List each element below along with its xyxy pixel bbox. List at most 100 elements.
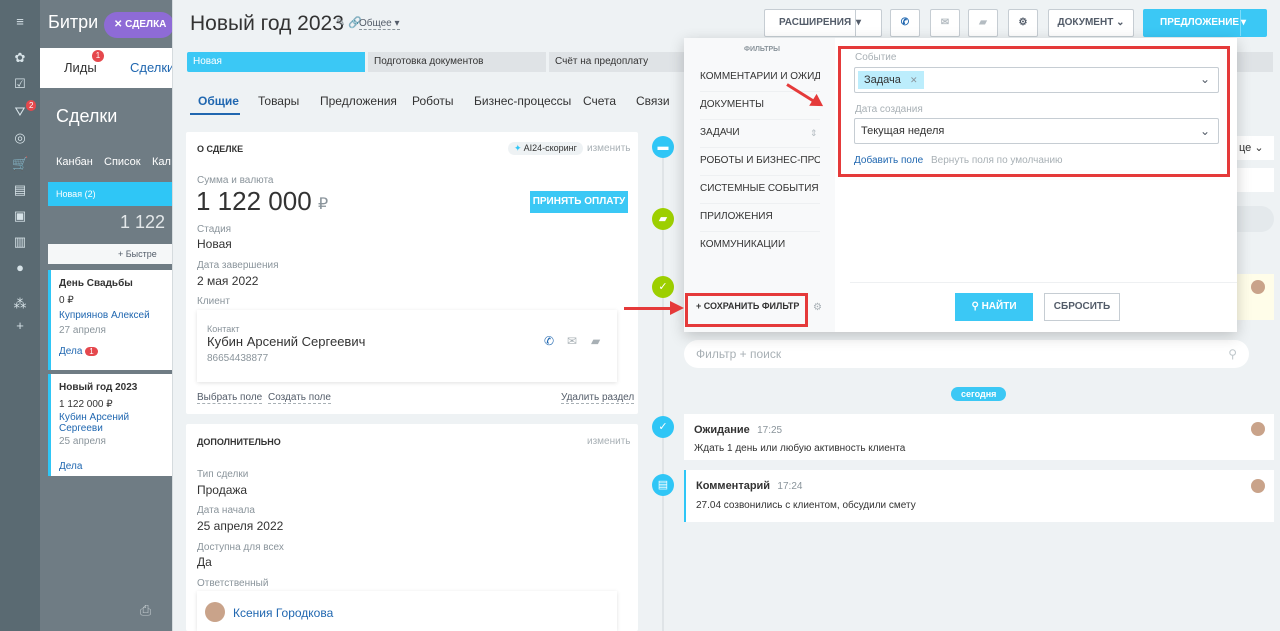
accept-payment-button[interactable]: ПРИНЯТЬ ОПЛАТУ: [530, 191, 628, 213]
bot-icon[interactable]: ▣: [12, 208, 28, 224]
tab-products[interactable]: Товары: [258, 94, 299, 108]
settings-button[interactable]: ⚙: [1008, 9, 1038, 37]
tab-offers[interactable]: Предложения: [320, 94, 397, 108]
close-date-label: Дата завершения: [197, 260, 279, 271]
stage-value: Новая: [197, 237, 232, 251]
search-icon: ⚲: [971, 301, 982, 312]
gear-icon[interactable]: ⚙: [813, 302, 822, 313]
extra-edit-link[interactable]: изменить: [587, 436, 631, 447]
avatar: [205, 602, 225, 622]
sitemap-icon[interactable]: ⁂: [12, 296, 28, 312]
leads-badge: 1: [92, 50, 104, 62]
ai-icon: ✦: [514, 143, 522, 153]
timeline-item[interactable]: Ожидание 17:25 Ждать 1 день или любую ак…: [684, 414, 1274, 460]
contact-label: Контакт: [207, 324, 240, 334]
mail-icon: ✉: [940, 17, 950, 28]
tab-links[interactable]: Связи: [636, 94, 670, 108]
document-button[interactable]: ДОКУМЕНТ ⌄: [1048, 9, 1134, 37]
mail-icon[interactable]: ✉: [567, 334, 577, 348]
arrow: [624, 307, 672, 310]
tl-input[interactable]: [1237, 168, 1274, 192]
stage-new[interactable]: Новая: [187, 52, 365, 72]
category-select[interactable]: Общее ▾: [359, 18, 400, 30]
extensions-button[interactable]: РАСШИРЕНИЯ ▾: [764, 9, 882, 37]
reset-button[interactable]: СБРОСИТЬ: [1044, 293, 1120, 321]
chevron-down-icon[interactable]: ▾: [1240, 10, 1266, 36]
contact-name[interactable]: Кубин Арсений Сергеевич: [207, 334, 365, 349]
filter-item-robots[interactable]: РОБОТЫ И БИЗНЕС-ПРОЦЕ...: [700, 146, 820, 176]
comment-icon[interactable]: ▤: [652, 474, 674, 496]
close-icon[interactable]: ✕: [114, 19, 125, 30]
filter-item-comments[interactable]: КОММЕНТАРИИ И ОЖИДА...: [700, 62, 820, 92]
comment-icon[interactable]: ▬: [652, 136, 674, 158]
phone-icon[interactable]: ✆: [544, 334, 554, 348]
tab-deals[interactable]: Сделки: [130, 60, 174, 75]
chat-icon[interactable]: ▰: [652, 208, 674, 230]
check-icon[interactable]: ✓: [652, 276, 674, 298]
delete-section-link[interactable]: Удалить раздел: [561, 392, 635, 404]
find-button[interactable]: ⚲ НАЙТИ: [955, 293, 1033, 321]
check-circle-icon[interactable]: ●: [12, 260, 28, 276]
deal-chip[interactable]: ✕ СДЕЛКА: [104, 12, 174, 38]
chevron-down-icon[interactable]: ▾: [855, 10, 881, 36]
filter-item-apps[interactable]: ПРИЛОЖЕНИЯ: [700, 202, 820, 232]
menu-icon[interactable]: ≡: [12, 14, 28, 30]
quick-add-button[interactable]: + Быстре: [48, 244, 172, 264]
stage-more[interactable]: [1237, 52, 1273, 72]
view-kanban[interactable]: Канбан: [56, 156, 93, 168]
select-field-link[interactable]: Выбрать поле: [197, 392, 263, 404]
tab-bizproc[interactable]: Бизнес-процессы: [474, 94, 571, 108]
stage-label: Стадия: [197, 224, 232, 235]
scoring-badge[interactable]: ✦ AI24-скоринг: [508, 142, 583, 155]
chat-icon: ▰: [979, 17, 987, 28]
view-calendar[interactable]: Кал: [152, 156, 171, 168]
tab-leads[interactable]: Лиды: [64, 60, 97, 75]
cart-icon[interactable]: 🛒: [12, 156, 28, 172]
tl-dropdown[interactable]: це ⌄: [1237, 136, 1274, 160]
contact-phone[interactable]: 86654438877: [207, 353, 268, 364]
amount-label: Сумма и валюта: [197, 175, 274, 186]
chat-button[interactable]: ▰: [968, 9, 998, 37]
filter-item-comms[interactable]: КОММУНИКАЦИИ: [700, 230, 820, 259]
chat-icon[interactable]: ▰: [591, 334, 600, 348]
feed-icon[interactable]: ✿: [12, 50, 28, 66]
tab-underline: [190, 113, 240, 115]
tab-general[interactable]: Общие: [198, 94, 239, 108]
kanban-card[interactable]: Новый год 2023 1 122 000 ₽ Кубин Арсений…: [48, 374, 172, 476]
stage-invoice[interactable]: Счёт на предоплату: [549, 52, 684, 72]
filter-item-tasks[interactable]: ЗАДАЧИ: [700, 118, 820, 148]
tab-robots[interactable]: Роботы: [412, 94, 454, 108]
more-icon[interactable]: +: [12, 318, 28, 334]
kanban-card[interactable]: День Свадьбы 0 ₽ Куприянов Алексей 27 ап…: [48, 270, 172, 370]
tl-chip: [1237, 206, 1274, 232]
responsible-name[interactable]: Ксения Городкова: [233, 606, 333, 620]
check-icon[interactable]: ✓: [652, 416, 674, 438]
client-label: Клиент: [197, 296, 230, 307]
filter-item-system[interactable]: СИСТЕМНЫЕ СОБЫТИЯ: [700, 174, 820, 204]
create-field-link[interactable]: Создать поле: [268, 392, 331, 404]
stage-docs[interactable]: Подготовка документов: [368, 52, 546, 72]
background-crm: Битри ✕ СДЕЛКА Лиды 1 Сделки Сделки Канб…: [40, 0, 174, 631]
chevron-down-icon: ⌄: [1116, 17, 1125, 28]
print-icon[interactable]: ⎙: [140, 602, 151, 619]
currency: ₽: [318, 196, 329, 213]
contacts-icon[interactable]: ▤: [12, 182, 28, 198]
box-icon[interactable]: ▥: [12, 234, 28, 250]
offer-button[interactable]: ПРЕДЛОЖЕНИЕ ▾: [1143, 9, 1267, 37]
about-edit-link[interactable]: изменить: [587, 143, 631, 154]
tasks-icon[interactable]: ☑: [12, 76, 28, 92]
close-date-value: 2 мая 2022: [197, 274, 259, 288]
phone-button[interactable]: ✆: [890, 9, 920, 37]
gear-icon: ⚙: [1018, 17, 1028, 28]
start-date-value: 25 апреля 2022: [197, 519, 284, 533]
timeline-item[interactable]: Комментарий 17:24 27.04 созвонились с кл…: [684, 470, 1274, 522]
responsible-label: Ответственный: [197, 578, 269, 589]
view-list[interactable]: Список: [104, 156, 141, 168]
mail-button[interactable]: ✉: [930, 9, 960, 37]
column-header: Новая (2): [48, 182, 172, 206]
timeline-search-input[interactable]: Фильтр + поиск ⚲: [684, 340, 1249, 368]
tab-invoices[interactable]: Счета: [583, 94, 616, 108]
target-icon[interactable]: ◎: [12, 130, 28, 146]
drag-icon[interactable]: ⇕: [810, 128, 818, 139]
filters-heading: ФИЛЬТРЫ: [744, 46, 781, 53]
